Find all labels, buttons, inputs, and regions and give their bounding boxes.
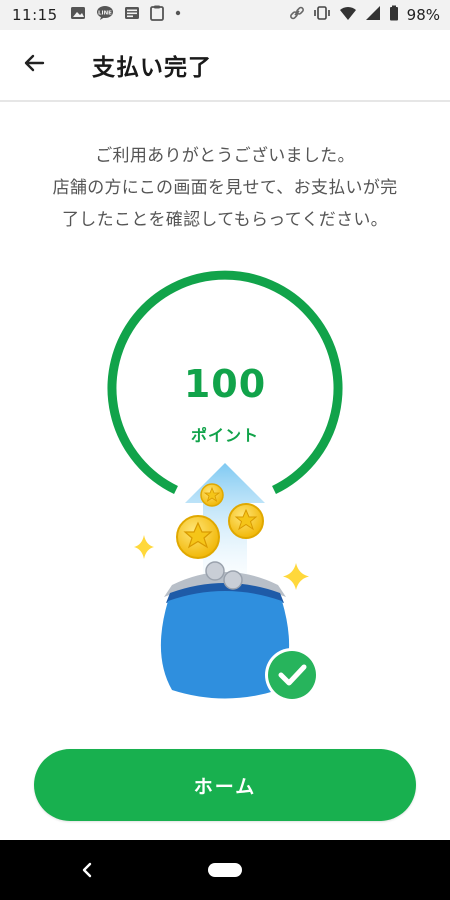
svg-text:LINE: LINE: [98, 11, 112, 17]
coin-icon: [228, 503, 264, 539]
message-line-1: ご利用ありがとうございました。: [95, 146, 355, 166]
app-bar: 支払い完了: [0, 30, 450, 102]
battery-percentage: 98%: [406, 6, 440, 24]
message-line-3: 了したことを確認してもらってください。: [62, 210, 388, 230]
battery-icon: [389, 5, 399, 25]
points-unit: ポイント: [190, 426, 259, 445]
line-icon: LINE: [96, 5, 114, 25]
vibrate-icon: [313, 5, 331, 25]
dot-icon: [174, 5, 182, 25]
status-system-icons: 98%: [289, 5, 440, 25]
sparkle-icon: [134, 535, 154, 559]
wifi-icon: [339, 5, 357, 25]
image-icon: [70, 5, 86, 25]
screen: 11:15 LINE 98% 支払い完了 ご利用ありがとうございました。 店舗の…: [0, 0, 450, 900]
page-title: 支払い完了: [92, 55, 212, 81]
navigation-bar: [0, 840, 450, 900]
status-bar: 11:15 LINE 98%: [0, 0, 450, 30]
status-time: 11:15: [12, 6, 58, 24]
coin-icon: [176, 515, 220, 559]
back-button[interactable]: [4, 30, 64, 100]
payment-illustration: [134, 463, 319, 702]
clipboard-icon: [149, 5, 164, 25]
nav-back-icon[interactable]: [72, 856, 102, 884]
arrow-left-icon: [22, 51, 46, 79]
check-circle-icon: [265, 648, 319, 702]
coin-icon: [200, 483, 224, 507]
thank-you-message: ご利用ありがとうございました。 店舗の方にこの画面を見せて、お支払いが完 了した…: [0, 140, 450, 236]
message-line-2: 店舗の方にこの画面を見せて、お支払いが完: [52, 178, 398, 198]
home-button[interactable]: ホーム: [34, 749, 416, 821]
sparkle-icon: [283, 563, 309, 590]
signal-icon: [365, 5, 381, 25]
link-icon: [289, 5, 305, 25]
points-value: 100: [183, 362, 267, 406]
news-icon: [124, 5, 140, 25]
status-notification-icons: LINE: [70, 5, 182, 25]
nav-home-icon[interactable]: [208, 863, 242, 877]
